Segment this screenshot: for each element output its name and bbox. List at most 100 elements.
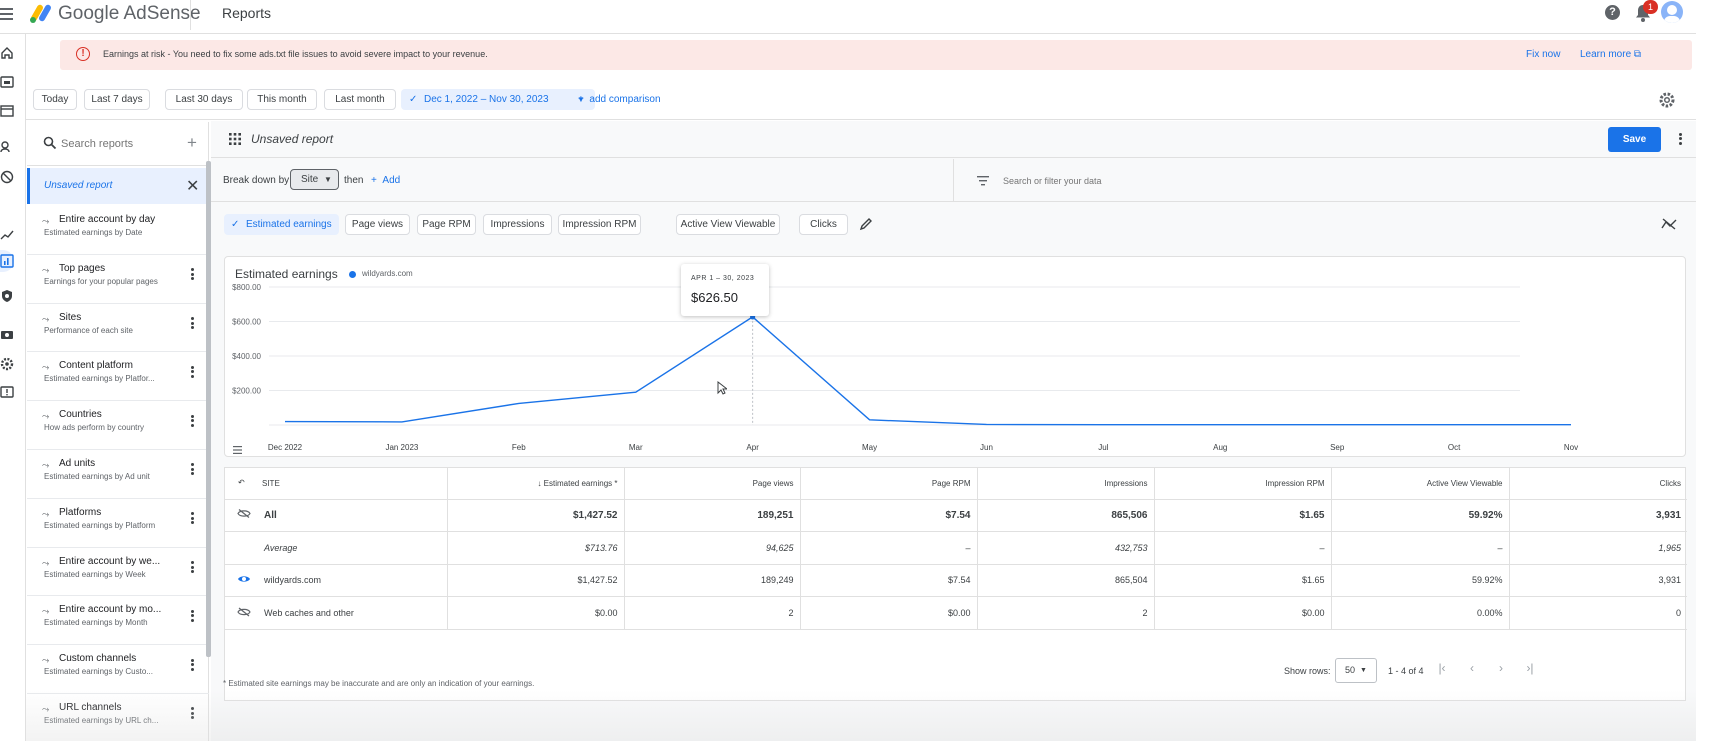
column-header-page-views[interactable]: Page views bbox=[624, 468, 801, 500]
report-menu-icon[interactable] bbox=[187, 657, 197, 673]
date-range-bar: Today Last 7 days Last 30 days This mont… bbox=[26, 78, 1696, 120]
sidebar-report-item[interactable]: ⤳ Entire account by day Estimated earnings… bbox=[27, 206, 209, 255]
x-tick-label: Oct bbox=[1448, 443, 1461, 452]
next-page-icon[interactable]: › bbox=[1493, 661, 1509, 677]
metric-chip-impression-rpm[interactable]: Impression RPM bbox=[558, 214, 641, 235]
privacy-messaging-icon[interactable] bbox=[0, 140, 14, 154]
first-page-icon[interactable]: |‹ bbox=[1434, 661, 1450, 677]
search-reports-input[interactable] bbox=[61, 135, 181, 153]
sidebar-report-item[interactable]: ⤳ URL channels Estimated earnings by URL c… bbox=[27, 694, 209, 741]
metric-chip-page-views[interactable]: Page views bbox=[345, 214, 410, 235]
filter-data-input[interactable] bbox=[1003, 172, 1303, 190]
brand-safety-icon[interactable] bbox=[0, 289, 14, 303]
sidebar-report-item[interactable]: ⤳ Top pages Earnings for your popular page… bbox=[27, 255, 209, 304]
reports-icon[interactable] bbox=[0, 254, 14, 268]
preset-last-30-days[interactable]: Last 30 days bbox=[165, 89, 243, 110]
sidebar-report-item[interactable]: ⤳ Entire account by we... Estimated earnin… bbox=[27, 548, 209, 597]
report-menu-icon[interactable] bbox=[187, 462, 197, 478]
add-report-icon[interactable]: + bbox=[187, 133, 197, 153]
metric-chip-clicks[interactable]: Clicks bbox=[799, 214, 848, 235]
report-menu-icon[interactable] bbox=[187, 560, 197, 576]
home-icon[interactable] bbox=[0, 46, 14, 60]
account-avatar[interactable] bbox=[1661, 1, 1683, 23]
report-menu-icon[interactable] bbox=[187, 608, 197, 624]
report-subtitle: Earnings for your popular pages bbox=[44, 276, 158, 286]
visibility-off-icon[interactable] bbox=[237, 607, 251, 619]
feedback-icon[interactable] bbox=[0, 386, 14, 400]
sites-icon[interactable] bbox=[0, 104, 14, 118]
column-header-clicks[interactable]: Clicks bbox=[1509, 468, 1687, 500]
previous-page-icon[interactable]: ‹ bbox=[1464, 661, 1480, 677]
learn-more-link[interactable]: Learn more ⧉ bbox=[1580, 49, 1641, 60]
trending-icon: ⤳ bbox=[42, 216, 50, 226]
preset-this-month[interactable]: This month bbox=[247, 89, 317, 110]
settings-icon[interactable] bbox=[0, 357, 14, 371]
sidebar-item-unsaved-report[interactable]: Unsaved report ✕ bbox=[27, 168, 209, 204]
ads-icon[interactable] bbox=[0, 75, 14, 89]
payments-icon[interactable] bbox=[0, 328, 14, 342]
metric-chip-page-rpm[interactable]: Page RPM bbox=[417, 214, 476, 235]
report-subtitle: Estimated earnings by Week bbox=[44, 569, 146, 579]
sidebar-report-item[interactable]: ⤳ Countries How ads perform by country bbox=[27, 401, 209, 450]
sidebar-report-item[interactable]: ⤳ Platforms Estimated earnings by Platform bbox=[27, 499, 209, 548]
rows-per-page-select[interactable]: 50 ▼ bbox=[1335, 658, 1377, 683]
help-icon[interactable]: ? bbox=[1605, 5, 1620, 20]
sidebar-report-item[interactable]: ⤳ Ad units Estimated earnings by Ad unit bbox=[27, 450, 209, 499]
preset-today[interactable]: Today bbox=[33, 89, 77, 110]
edit-metrics-pencil-icon[interactable] bbox=[859, 217, 873, 231]
report-menu-icon[interactable] bbox=[187, 267, 197, 283]
sidebar-report-item[interactable]: ⤳ Entire account by mo... Estimated earnin… bbox=[27, 596, 209, 646]
report-menu-icon[interactable] bbox=[187, 364, 197, 380]
optimization-icon[interactable] bbox=[0, 228, 14, 242]
last-page-icon[interactable]: ›| bbox=[1522, 661, 1538, 677]
report-subtitle: Estimated earnings by URL ch... bbox=[44, 715, 159, 725]
undo-icon[interactable]: ↶ bbox=[238, 478, 245, 487]
apps-grid-icon[interactable] bbox=[229, 133, 241, 145]
report-main: Unsaved report Save Break down by Site ▼… bbox=[211, 121, 1696, 741]
sidebar-report-item[interactable]: ⤳ Custom channels Estimated earnings by Cu… bbox=[27, 645, 209, 694]
hide-chart-icon[interactable] bbox=[1661, 217, 1677, 231]
report-menu-icon[interactable] bbox=[187, 706, 197, 722]
chart-plot[interactable]: $200.00 $400.00 $600.00 $800.00 Dec 2022 Jan … bbox=[225, 257, 1687, 458]
table-row[interactable]: wildyards.com $1,427.52 189,249 $7.54 865,50… bbox=[225, 564, 1687, 597]
column-header-page-rpm[interactable]: Page RPM bbox=[800, 468, 978, 500]
breakdown-dimension-select[interactable]: Site ▼ bbox=[290, 169, 339, 190]
metric-chip-active-view-viewable[interactable]: Active View Viewable bbox=[676, 214, 780, 235]
column-header-active-view-viewable[interactable]: Active View Viewable bbox=[1331, 468, 1510, 500]
report-subtitle: Estimated earnings by Platform bbox=[44, 520, 156, 530]
metric-chip-estimated-earnings[interactable]: ✓ Estimated earnings bbox=[224, 214, 339, 235]
blocking-controls-icon[interactable] bbox=[0, 170, 14, 184]
gear-icon[interactable] bbox=[1658, 91, 1676, 109]
breakdown-row: Break down by Site ▼ then + Add bbox=[211, 159, 1696, 202]
report-name[interactable]: Unsaved report bbox=[251, 132, 333, 146]
report-menu-icon[interactable] bbox=[187, 511, 197, 527]
report-table-card: ↶ SITE ↓ Estimated earnings * Page views… bbox=[224, 467, 1687, 701]
table-row[interactable]: Web caches and other $0.00 2 $0.00 2 $0.00 0.0… bbox=[225, 596, 1687, 630]
close-icon[interactable]: ✕ bbox=[186, 176, 199, 196]
metric-cell: 59.92% bbox=[1331, 499, 1510, 532]
sidebar-report-item[interactable]: ⤳ Sites Performance of each site bbox=[27, 304, 209, 353]
hamburger-menu-icon[interactable] bbox=[0, 5, 16, 25]
save-button[interactable]: Save bbox=[1608, 127, 1661, 152]
report-menu-icon[interactable] bbox=[187, 413, 197, 429]
add-dimension-button[interactable]: + Add bbox=[371, 175, 400, 186]
table-row[interactable]: Average $713.76 94,625–432,753– –1,965 bbox=[225, 531, 1687, 565]
column-header-impressions[interactable]: Impressions bbox=[977, 468, 1155, 500]
report-menu-icon[interactable] bbox=[187, 316, 197, 332]
preset-last-month[interactable]: Last month bbox=[324, 89, 396, 110]
more-options-icon[interactable] bbox=[1677, 131, 1683, 147]
date-range-picker[interactable]: ✓ Dec 1, 2022 – Nov 30, 2023 ▼ bbox=[401, 89, 595, 110]
visibility-off-icon[interactable] bbox=[237, 509, 251, 522]
column-header-estimated-earnings[interactable]: ↓ Estimated earnings * bbox=[447, 468, 625, 500]
preset-last-7-days[interactable]: Last 7 days bbox=[84, 89, 150, 110]
visibility-icon[interactable] bbox=[237, 574, 251, 586]
column-header-impression-rpm[interactable]: Impression RPM bbox=[1154, 468, 1332, 500]
table-row[interactable]: All $1,427.52 189,251 $7.54 865,506 $1.65 59.9… bbox=[225, 499, 1687, 532]
metric-chip-impressions[interactable]: Impressions bbox=[483, 214, 552, 235]
sidebar-report-item[interactable]: ⤳ Content platform Estimated earnings by P… bbox=[27, 352, 209, 402]
metric-cell: $1,427.52 bbox=[447, 564, 625, 597]
legend-toggle-icon[interactable] bbox=[233, 443, 242, 454]
fix-now-link[interactable]: Fix now bbox=[1526, 49, 1560, 60]
add-comparison-button[interactable]: + add comparison bbox=[578, 89, 661, 110]
column-header-site[interactable]: ↶ SITE bbox=[225, 468, 448, 500]
